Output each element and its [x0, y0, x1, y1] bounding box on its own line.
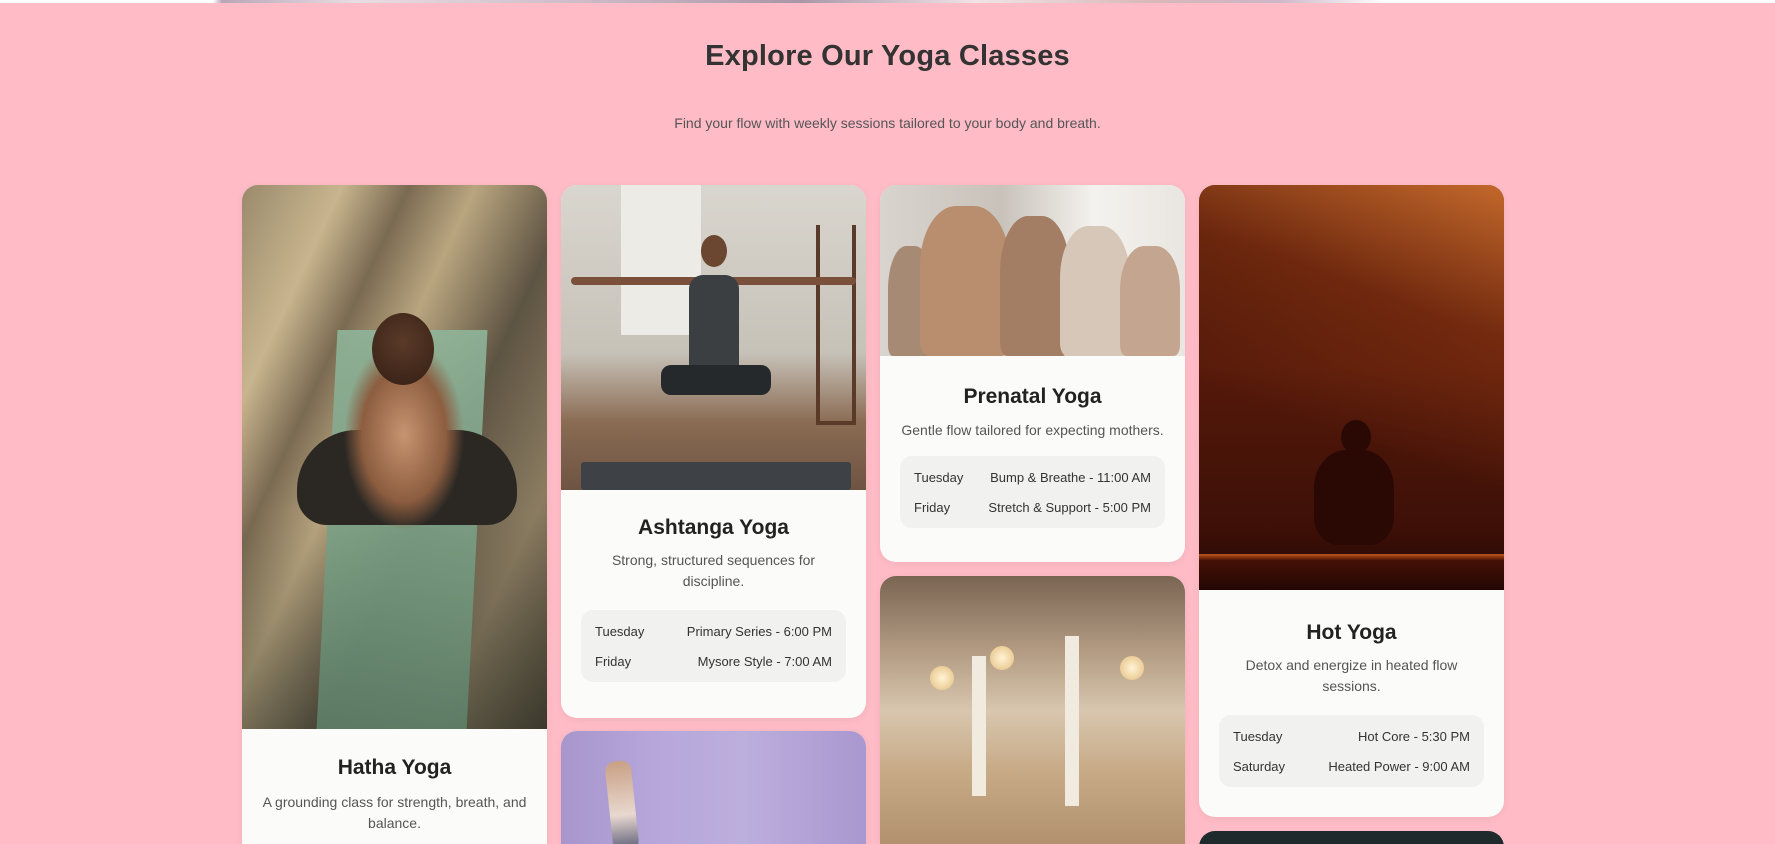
class-card-prenatal[interactable]: Prenatal Yoga Gentle flow tailored for e… [880, 185, 1185, 562]
schedule-row: Saturday Heated Power - 9:00 AM [1233, 751, 1470, 781]
class-card-lavender[interactable] [561, 731, 866, 844]
class-title: Ashtanga Yoga [638, 516, 789, 539]
schedule-day: Tuesday [914, 469, 964, 485]
schedule-row: Tuesday Hot Core - 5:30 PM [1233, 721, 1470, 751]
class-card-dark[interactable] [1199, 831, 1504, 844]
schedule-session: Mysore Style - 7:00 AM [697, 653, 832, 669]
prenatal-class-image [880, 185, 1185, 356]
schedule-session: Heated Power - 9:00 AM [1328, 758, 1470, 774]
class-title: Hatha Yoga [337, 756, 452, 779]
class-title: Hot Yoga [1306, 621, 1397, 644]
studio-class-image [880, 576, 1185, 844]
class-description: Detox and energize in heated flow sessio… [1245, 657, 1458, 694]
class-description: Gentle flow tailored for expecting mothe… [901, 422, 1164, 438]
schedule-day: Tuesday [1233, 728, 1283, 744]
ashtanga-class-image [561, 185, 866, 490]
class-description: A grounding class for strength, breath, … [262, 794, 527, 831]
schedule-day: Saturday [1233, 758, 1286, 774]
class-title: Prenatal Yoga [963, 385, 1102, 408]
schedule-row: Friday Mysore Style - 7:00 AM [595, 646, 832, 676]
schedule-session: Bump & Breathe - 11:00 AM [990, 469, 1151, 485]
top-image-strip [0, 0, 1775, 3]
hot-class-image [1199, 185, 1504, 590]
class-schedule: Tuesday Hot Core - 5:30 PM Saturday Heat… [1219, 715, 1484, 787]
schedule-session: Primary Series - 6:00 PM [686, 623, 832, 639]
schedule-day: Friday [914, 499, 951, 515]
class-card-hatha[interactable]: Hatha Yoga A grounding class for strengt… [242, 185, 547, 844]
schedule-row: Tuesday Bump & Breathe - 11:00 AM [914, 462, 1151, 492]
schedule-row: Friday Stretch & Support - 5:00 PM [914, 492, 1151, 522]
schedule-session: Hot Core - 5:30 PM [1358, 728, 1470, 744]
hatha-class-image [242, 185, 547, 729]
page-title: Explore Our Yoga Classes [705, 40, 1070, 72]
schedule-row: Tuesday Primary Series - 6:00 PM [595, 616, 832, 646]
class-description: Strong, structured sequences for discipl… [611, 552, 816, 589]
class-schedule: Tuesday Bump & Breathe - 11:00 AM Friday… [900, 456, 1165, 528]
page-subtitle: Find your flow with weekly sessions tail… [674, 115, 1101, 131]
schedule-session: Stretch & Support - 5:00 PM [988, 499, 1151, 515]
schedule-day: Friday [595, 653, 632, 669]
schedule-day: Tuesday [595, 623, 645, 639]
class-card-studio[interactable] [880, 576, 1185, 844]
class-schedule: Tuesday Primary Series - 6:00 PM Friday … [581, 610, 846, 682]
lavender-class-image [561, 731, 866, 844]
class-card-ashtanga[interactable]: Ashtanga Yoga Strong, structured sequenc… [561, 185, 866, 718]
class-card-hot[interactable]: Hot Yoga Detox and energize in heated fl… [1199, 185, 1504, 817]
